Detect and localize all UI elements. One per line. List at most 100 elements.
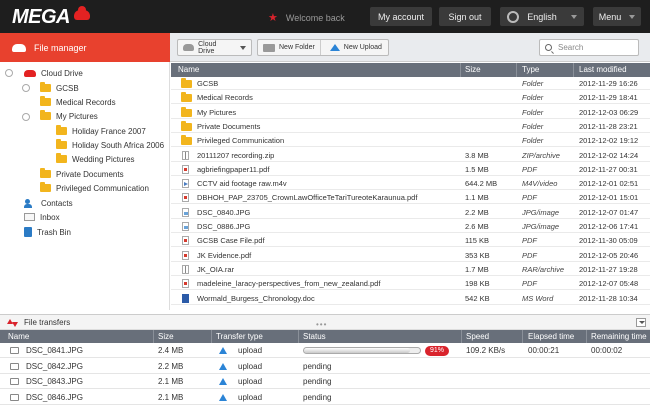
table-row[interactable]: Wormald_Burgess_Chronology.doc 542 KB MS W… (171, 292, 650, 305)
file-size: 1.1 MB (465, 193, 489, 203)
table-row[interactable]: 20111207 recording.zip 3.8 MB ZIP/archive 2… (171, 149, 650, 162)
sign-out-button[interactable]: Sign out (439, 7, 491, 26)
file-size: 2.2 MB (465, 207, 489, 217)
image-icon (182, 207, 189, 217)
file-transfers-bar: File transfers ••• (0, 314, 650, 330)
transfer-remaining: 00:00:02 (591, 346, 623, 355)
file-name: DBHOH_PAP_23705_CrownLawOfficeTeTariTure… (197, 193, 418, 203)
image-file-icon (10, 362, 19, 370)
file-name: GCSB (197, 79, 219, 88)
search-placeholder: Search (558, 43, 584, 52)
transfer-row[interactable]: DSC_0841.JPG 2.4 MB upload 91% 109.2 KB/s 00:… (0, 343, 650, 358)
file-type: Folder (522, 121, 544, 131)
file-size: 3.8 MB (465, 150, 489, 160)
sidebar-item-trash-bin[interactable]: Trash Bin (24, 225, 71, 239)
table-row[interactable]: Medical Records Folder 2012-11-29 18:41 (171, 91, 650, 105)
table-row[interactable]: agbriefingpaper11.pdf 1.5 MB PDF 2012-11-27… (171, 163, 650, 176)
pdf-icon (182, 250, 189, 260)
column-header-modified[interactable]: Last modified (579, 65, 627, 74)
resize-handle[interactable]: ••• (316, 320, 327, 329)
file-type: Folder (522, 107, 544, 117)
chevron-down-icon (570, 14, 577, 19)
transfer-row[interactable]: DSC_0843.JPG 2.1 MB upload pending (0, 374, 650, 389)
file-type: PDF (522, 279, 537, 289)
word-icon (182, 293, 189, 303)
sidebar-item-holiday-france-2007[interactable]: Holiday France 2007 (56, 124, 146, 138)
file-modified: 2012-12-07 01:47 (579, 207, 639, 217)
column-divider (298, 330, 299, 343)
sidebar-item-wedding-pictures[interactable]: Wedding Pictures (56, 152, 135, 166)
column-header-type[interactable]: Type (522, 65, 539, 74)
column-header-transfer-type[interactable]: Transfer type (216, 332, 263, 341)
table-row[interactable]: Private Documents Folder 2012-11-28 23:21 (171, 120, 650, 133)
column-header-size[interactable]: Size (158, 332, 174, 341)
file-size: 644.2 MB (465, 179, 498, 189)
folder-icon (181, 135, 192, 146)
sidebar-item-medical-records[interactable]: Medical Records (40, 95, 116, 109)
column-divider (153, 330, 154, 343)
my-account-button[interactable]: My account (370, 7, 432, 26)
table-row[interactable]: CCTV aid footage raw.m4v 644.2 MB M4V/vide… (171, 177, 650, 191)
collapse-transfers-button[interactable] (636, 318, 646, 327)
file-modified: 2012-11-27 19:28 (579, 264, 638, 274)
menu-button[interactable]: Menu (593, 7, 641, 26)
sidebar-item-inbox[interactable]: Inbox (24, 210, 60, 224)
file-type: Folder (522, 93, 544, 103)
folder-icon (40, 82, 51, 92)
table-row[interactable]: madeleine_laracy-perspectives_from_new_z… (171, 277, 650, 291)
file-type: PDF (522, 250, 537, 260)
sidebar-item-privileged-communication[interactable]: Privileged Communication (40, 181, 149, 195)
table-row[interactable]: JK_OIA.rar 1.7 MB RAR/archive 2012-11-27 19… (171, 263, 650, 276)
new-upload-label: New Upload (343, 44, 382, 51)
table-row[interactable]: GCSB Folder 2012-11-29 16:26 (171, 77, 650, 90)
file-type: JPG/image (522, 222, 560, 231)
collapse-toggle-icon[interactable] (5, 69, 13, 77)
expand-toggle-icon[interactable] (22, 84, 30, 92)
file-modified: 2012-12-02 14:24 (579, 150, 639, 160)
new-folder-button[interactable]: New Folder (258, 40, 321, 55)
upload-icon (329, 44, 340, 51)
sidebar-item-private-documents[interactable]: Private Documents (40, 167, 124, 181)
sidebar-item-gcsb[interactable]: GCSB (40, 81, 79, 95)
column-header-status[interactable]: Status (303, 332, 326, 341)
column-header-remaining[interactable]: Remaining time (591, 332, 647, 341)
sidebar-item-contacts[interactable]: Contacts (24, 196, 73, 210)
file-name: DSC_0840.JPG (197, 207, 251, 217)
file-modified: 2012-11-28 23:21 (579, 121, 638, 131)
folder-icon (40, 96, 51, 106)
file-modified: 2012-11-27 00:31 (579, 164, 638, 174)
file-modified: 2012-11-30 05:09 (579, 236, 638, 246)
transfer-file-name: DSC_0841.JPG (26, 346, 83, 355)
file-modified: 2012-11-29 18:41 (579, 93, 638, 103)
file-name: Privileged Communication (197, 136, 285, 146)
column-divider (573, 63, 574, 77)
language-selector[interactable]: English (500, 7, 584, 26)
table-row[interactable]: JK Evidence.pdf 353 KB PDF 2012-12-05 20:46 (171, 249, 650, 262)
table-row[interactable]: DSC_0840.JPG 2.2 MB JPG/image 2012-12-07 01… (171, 206, 650, 219)
file-size: 1.5 MB (465, 164, 489, 174)
column-header-size[interactable]: Size (465, 65, 481, 74)
column-header-name[interactable]: Name (8, 332, 29, 341)
table-row[interactable]: Privileged Communication Folder 2012-12-02… (171, 134, 650, 148)
column-header-name[interactable]: Name (178, 65, 199, 74)
column-header-elapsed[interactable]: Elapsed time (528, 332, 574, 341)
sidebar-item-holiday-south-africa-2006[interactable]: Holiday South Africa 2006 (56, 138, 164, 152)
cloud-drive-dropdown[interactable]: Cloud Drive (177, 39, 252, 56)
transfer-type: upload (238, 346, 263, 355)
folder-icon (40, 110, 51, 120)
collapse-toggle-icon[interactable] (22, 113, 30, 121)
column-header-speed[interactable]: Speed (466, 332, 489, 341)
sidebar-item-cloud-drive[interactable]: Cloud Drive (24, 66, 83, 80)
transfer-row[interactable]: DSC_0842.JPG 2.2 MB upload pending (0, 359, 650, 374)
mega-logo[interactable]: MEGA (12, 5, 90, 29)
table-row[interactable]: GCSB Case File.pdf 115 KB PDF 2012-11-30 05… (171, 234, 650, 248)
pdf-icon (182, 193, 189, 203)
search-input[interactable]: Search (539, 39, 639, 56)
table-row[interactable]: My Pictures Folder 2012-12-03 06:29 (171, 106, 650, 119)
file-type: PDF (522, 236, 537, 246)
table-row[interactable]: DBHOH_PAP_23705_CrownLawOfficeTeTariTure… (171, 191, 650, 205)
transfer-row[interactable]: DSC_0846.JPG 2.1 MB upload pending (0, 390, 650, 405)
new-upload-button[interactable]: New Upload (325, 40, 387, 55)
sidebar-item-my-pictures[interactable]: My Pictures (40, 109, 98, 123)
table-row[interactable]: DSC_0886.JPG 2.6 MB JPG/image 2012-12-06 17… (171, 220, 650, 233)
